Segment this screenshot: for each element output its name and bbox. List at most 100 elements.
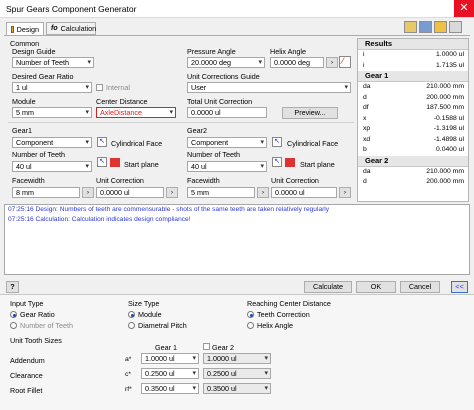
- addendum-gear1-select[interactable]: 1.0000 ul: [141, 353, 199, 364]
- gear2-start-plane-label: Start plane: [300, 160, 335, 169]
- pressure-angle-select[interactable]: 20.0000 deg: [187, 57, 265, 68]
- root-fillet-gear2-select[interactable]: 0.3500 ul: [203, 383, 271, 394]
- close-window-button[interactable]: ✕: [454, 0, 474, 17]
- module-select[interactable]: 5 mm: [12, 107, 92, 118]
- root-fillet-gear1-select[interactable]: 0.3500 ul: [141, 383, 199, 394]
- collapse-more-button[interactable]: <<: [451, 281, 468, 293]
- center-teeth-correction-radio[interactable]: Teeth Correction: [247, 310, 310, 319]
- size-type-pitch-radio[interactable]: Diametral Pitch: [128, 321, 187, 330]
- helix-angle-label: Helix Angle: [270, 47, 306, 56]
- result-row: da 210.000 mm: [363, 83, 464, 90]
- results-gear2-title: Gear 2: [358, 155, 468, 167]
- gear1-teeth-label: Number of Teeth: [12, 150, 66, 159]
- gear1-cyl-face-label: Cylindrical Face: [111, 139, 163, 148]
- preview-button[interactable]: Preview...: [282, 107, 338, 119]
- radio-label: Module: [138, 310, 162, 319]
- gear2-plane-picker-icon[interactable]: ↖: [272, 157, 282, 167]
- gear2-correction-label: Unit Correction: [271, 176, 319, 185]
- center-helix-angle-radio[interactable]: Helix Angle: [247, 321, 293, 330]
- input-type-label: Input Type: [10, 299, 44, 308]
- size-type-label: Size Type: [128, 299, 160, 308]
- unit-sizes-label: Unit Tooth Sizes: [10, 336, 62, 345]
- result-row: i 1.7135 ul: [363, 61, 464, 69]
- clearance-gear1-select[interactable]: 0.2500 ul: [141, 368, 199, 379]
- calculate-button[interactable]: Calculate: [304, 281, 352, 293]
- root-fillet-symbol: rf*: [125, 386, 132, 393]
- gear2-enable-checkbox[interactable]: [203, 343, 210, 350]
- message-log[interactable]: 07:25:16 Design: Numbers of teeth are co…: [4, 204, 470, 275]
- cancel-button[interactable]: Cancel: [400, 281, 440, 293]
- desired-ratio-label: Desired Gear Ratio: [12, 72, 74, 81]
- options-icon[interactable]: [434, 21, 447, 33]
- clearance-label: Clearance: [10, 371, 43, 380]
- open-folder-icon[interactable]: [404, 21, 417, 33]
- gear1-plane-color-icon: [110, 158, 120, 167]
- gear2-cyl-face-label: Cylindrical Face: [287, 139, 339, 148]
- gear2-correction-menu[interactable]: ›: [339, 187, 351, 198]
- gear1-correction-input[interactable]: 0.0000 ul: [96, 187, 164, 198]
- radio-label: Diametral Pitch: [138, 321, 187, 330]
- center-distance-select[interactable]: AxleDistance: [96, 107, 176, 118]
- addendum-label: Addendum: [10, 356, 45, 365]
- result-row: i 1.0000 ul: [363, 51, 464, 58]
- message-line: 07:25:16 Design: Numbers of teeth are co…: [8, 206, 330, 213]
- divider: [8, 122, 354, 123]
- gear1-face-picker-icon[interactable]: ↖: [97, 137, 107, 147]
- help-button[interactable]: ?: [6, 281, 19, 293]
- addendum-gear2-select[interactable]: 1.0000 ul: [203, 353, 271, 364]
- gear1-teeth-select[interactable]: 40 ul: [12, 161, 92, 172]
- internal-checkbox[interactable]: Internal: [96, 83, 130, 92]
- tab-design-label: Design: [16, 24, 39, 34]
- col-gear2-header: Gear 2: [212, 343, 234, 352]
- tab-divider: [4, 35, 470, 36]
- result-row: d 200.000 mm: [363, 93, 464, 101]
- gear2-correction-input[interactable]: 0.0000 ul: [271, 187, 337, 198]
- gear1-plane-picker-icon[interactable]: ↖: [97, 157, 107, 167]
- gear1-facewidth-input[interactable]: 8 mm: [12, 187, 80, 198]
- pressure-angle-label: Pressure Angle: [187, 47, 236, 56]
- radio-label: Number of Teeth: [20, 321, 74, 330]
- result-row: xd -1.4898 ul: [363, 135, 464, 143]
- gear1-facewidth-label: Facewidth: [12, 176, 45, 185]
- lock-unlock-icon[interactable]: ⁄: [339, 56, 351, 68]
- gear2-component-select[interactable]: Component: [187, 137, 267, 148]
- unit-guide-select[interactable]: User: [187, 82, 351, 93]
- helix-angle-input[interactable]: 0.0000 deg: [270, 57, 324, 68]
- total-correction-input[interactable]: 0.0000 ul: [187, 107, 267, 118]
- center-reach-label: Reaching Center Distance: [247, 299, 331, 308]
- save-icon[interactable]: [419, 21, 432, 33]
- internal-label: Internal: [106, 83, 130, 92]
- desired-ratio-select[interactable]: 1 ul: [12, 82, 92, 93]
- gear1-facewidth-menu[interactable]: ›: [82, 187, 94, 198]
- gear1-component-select[interactable]: Component: [12, 137, 92, 148]
- root-fillet-label: Root Fillet: [10, 386, 43, 395]
- design-guide-select[interactable]: Number of Teeth: [12, 57, 94, 68]
- result-row: b 0.0400 ul: [363, 146, 464, 153]
- size-type-module-radio[interactable]: Module: [128, 310, 162, 319]
- gear2-teeth-select[interactable]: 40 ul: [187, 161, 267, 172]
- ok-button[interactable]: OK: [356, 281, 396, 293]
- results-panel: Results i 1.0000 ul i 1.7135 ul Gear 1 da 2…: [357, 38, 469, 202]
- calculator-icon[interactable]: [449, 21, 462, 33]
- unit-guide-label: Unit Corrections Guide: [187, 72, 260, 81]
- gear2-facewidth-menu[interactable]: ›: [257, 187, 269, 198]
- clearance-gear2-select[interactable]: 0.2500 ul: [203, 368, 271, 379]
- input-type-gear-ratio-radio[interactable]: Gear Ratio: [10, 310, 55, 319]
- message-line: 07:25:16 Calculation: Calculation indica…: [8, 216, 191, 223]
- helix-menu-button[interactable]: ›: [326, 57, 338, 68]
- gear2-facewidth-label: Facewidth: [187, 176, 220, 185]
- tab-calculation[interactable]: fo Calculation: [46, 22, 96, 35]
- gear2-face-picker-icon[interactable]: ↖: [272, 137, 282, 147]
- input-type-teeth-radio[interactable]: Number of Teeth: [10, 321, 73, 330]
- close-icon: ✕: [459, 2, 469, 14]
- tab-design[interactable]: Design: [6, 22, 44, 36]
- gear2-plane-color-icon: [285, 158, 295, 167]
- radio-label: Helix Angle: [257, 321, 293, 330]
- design-tab-icon: [11, 25, 14, 33]
- result-row: xp -1.3198 ul: [363, 125, 464, 132]
- result-row: d 200.000 mm: [363, 178, 464, 185]
- result-row: da 210.000 mm: [363, 167, 464, 175]
- radio-label: Teeth Correction: [257, 310, 310, 319]
- gear1-correction-menu[interactable]: ›: [166, 187, 178, 198]
- gear2-facewidth-input[interactable]: 5 mm: [187, 187, 255, 198]
